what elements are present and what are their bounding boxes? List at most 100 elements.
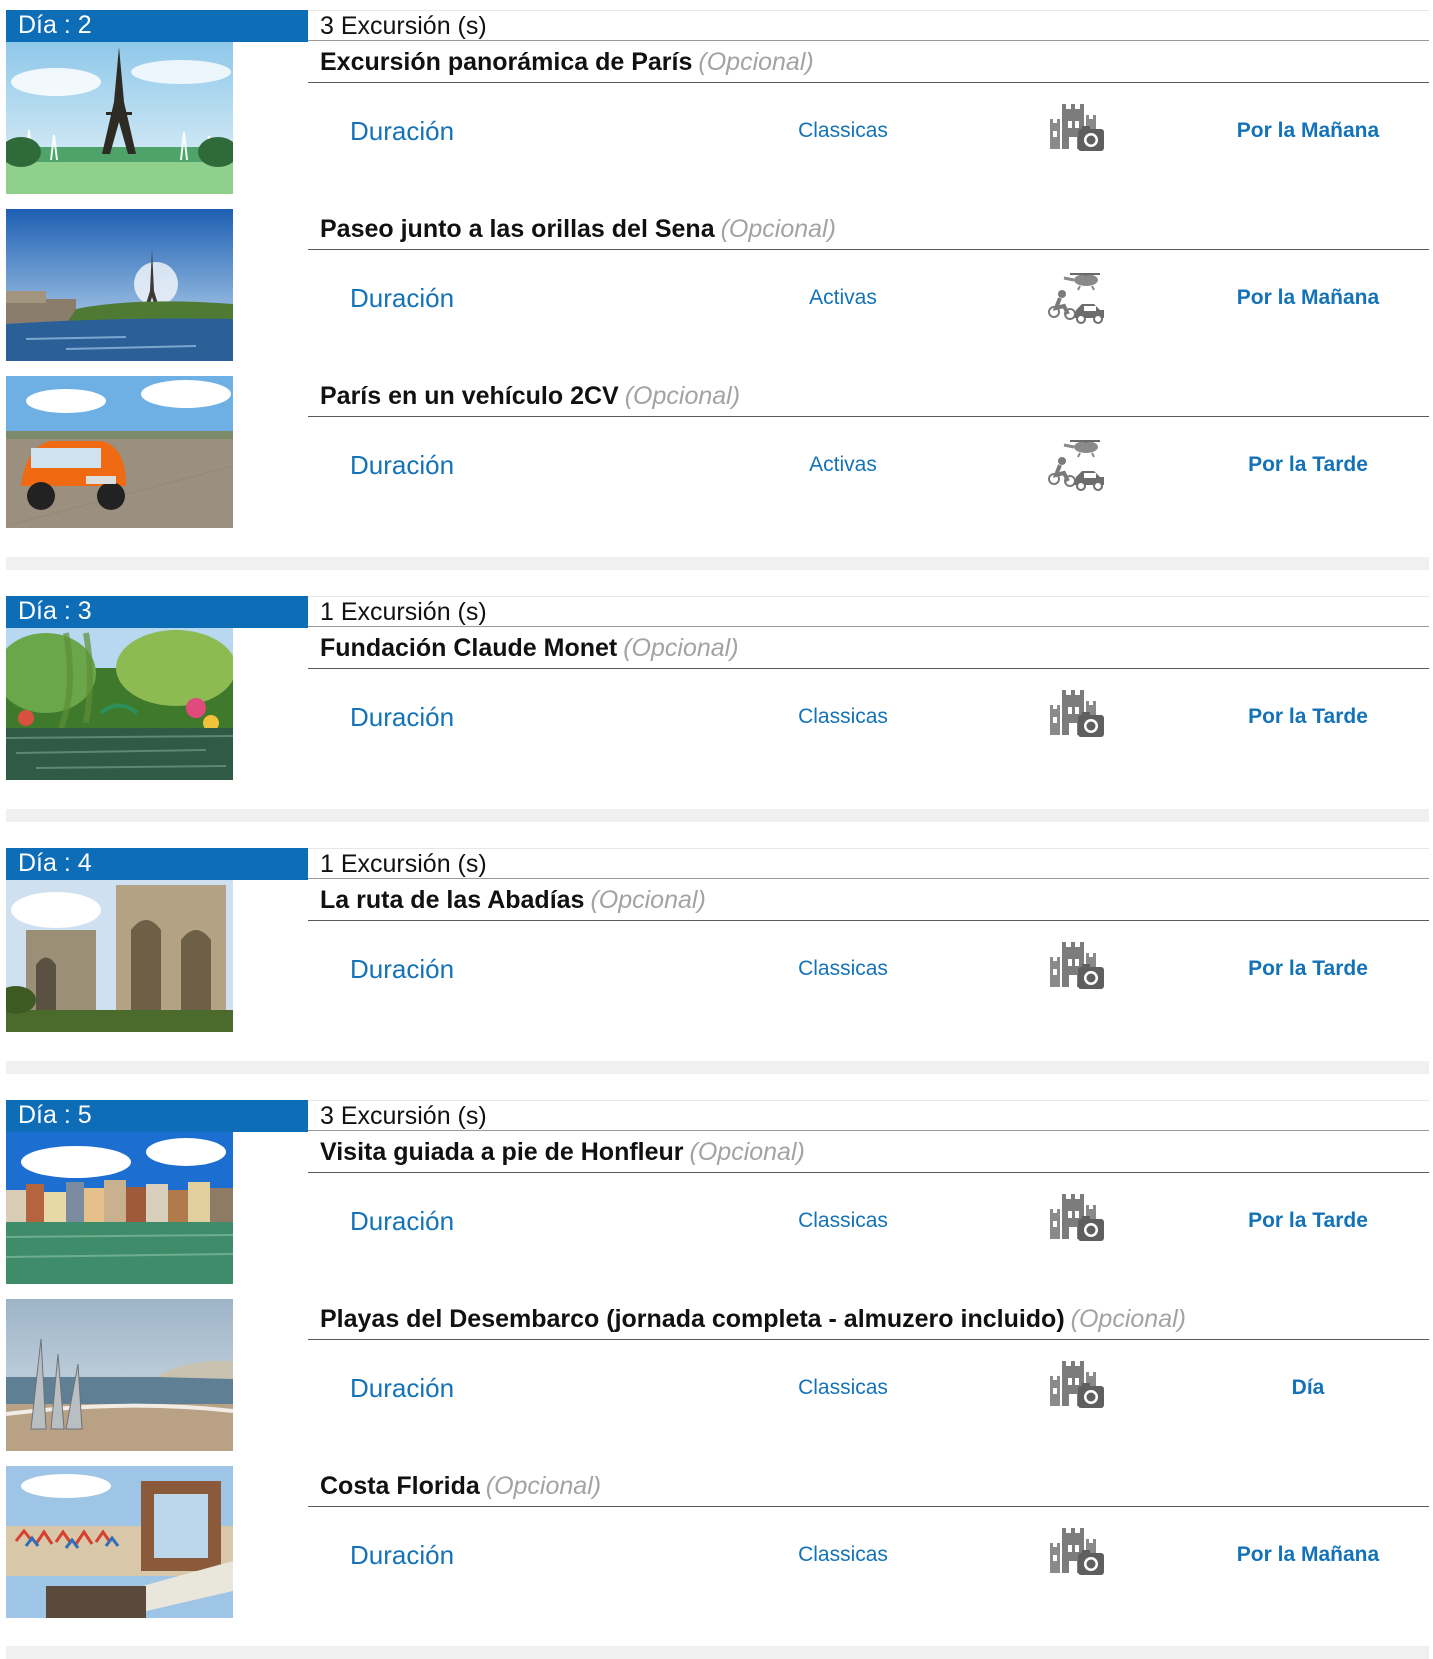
optional-tag: (Opcional) [623,634,739,662]
category-label: Activas [809,286,877,309]
day-label: Día : 5 [6,1100,308,1132]
optional-tag: (Opcional) [590,886,706,914]
excursion-name[interactable]: La ruta de las Abadías [320,886,584,914]
day-label: Día : 3 [6,596,308,628]
excursion-item: Playas del Desembarco (jornada completa … [6,1299,1429,1451]
castle-camera-icon [1048,939,1106,997]
excursion-details: Duración Classicas Por la Mañana [308,83,1429,179]
excursion-item: Visita guiada a pie de Honfleur (Opcional… [6,1132,1429,1284]
excursion-title[interactable]: Fundación Claude Monet (Opcional) [308,628,1429,669]
excursion-item: Paseo junto a las orillas del Sena (Opcio… [6,209,1429,361]
excursion-item: París en un vehículo 2CV (Opcional) Duraci… [6,376,1429,528]
day-separator [6,1061,1429,1074]
excursion-photo[interactable] [6,1132,233,1284]
time-of-day: Por la Mañana [1236,1543,1380,1566]
duration-link[interactable]: Duración [350,669,454,765]
excursion-photo[interactable] [6,209,233,361]
excursion-title[interactable]: París en un vehículo 2CV (Opcional) [308,376,1429,417]
time-of-day: Por la Tarde [1248,1209,1368,1232]
active-vehicles-icon [1048,268,1106,326]
excursion-details: Duración Classicas Por la Mañana [308,1507,1429,1603]
optional-tag: (Opcional) [485,1472,602,1500]
excursion-details: Duración Classicas Por la Tarde [308,1173,1429,1269]
excursion-title[interactable]: Excursión panorámica de París (Opcional) [308,42,1429,83]
day-header: Día : 53 Excursión (s) [6,1100,1429,1132]
day-header: Día : 23 Excursión (s) [6,10,1429,42]
castle-camera-icon [1048,1191,1106,1249]
excursion-item: La ruta de las Abadías (Opcional) Duración… [6,880,1429,1032]
excursion-details: Duración Activas Por la Tarde [308,417,1429,513]
day-separator [6,809,1429,822]
day-separator [6,557,1429,570]
day-header: Día : 41 Excursión (s) [6,848,1429,880]
excursion-photo[interactable] [6,628,233,780]
duration-link[interactable]: Duración [350,417,454,513]
active-vehicles-icon [1048,435,1106,493]
optional-tag: (Opcional) [624,382,741,410]
duration-link[interactable]: Duración [350,1173,454,1269]
excursion-item: Costa Florida (Opcional) Duración Classicas… [6,1466,1429,1618]
itinerary-list: Día : 23 Excursión (s) Excursión panorámi… [0,0,1433,1659]
optional-tag: (Opcional) [689,1138,805,1166]
duration-link[interactable]: Duración [350,250,454,346]
category-label: Classicas [798,1543,888,1566]
excursion-name[interactable]: París en un vehículo 2CV [320,382,619,410]
day-section: Día : 41 Excursión (s) La ruta de las Aba… [6,848,1429,1047]
day-separator [6,1646,1429,1659]
castle-camera-icon [1048,1358,1106,1416]
excursion-title[interactable]: Visita guiada a pie de Honfleur (Opcional… [308,1132,1429,1173]
day-section: Día : 23 Excursión (s) Excursión panorámi… [6,10,1429,543]
excursion-item: Excursión panorámica de París (Opcional) D… [6,42,1429,194]
excursion-name[interactable]: Fundación Claude Monet [320,634,617,662]
castle-camera-icon [1048,101,1106,159]
excursion-details: Duración Classicas Día [308,1340,1429,1436]
day-section: Día : 31 Excursión (s) Fundación Claude M… [6,596,1429,795]
excursion-details: Duración Classicas Por la Tarde [308,669,1429,765]
optional-tag: (Opcional) [1070,1305,1186,1333]
time-of-day: Por la Tarde [1248,453,1368,476]
category-label: Classicas [798,1376,888,1399]
excursion-name[interactable]: Costa Florida [320,1472,480,1500]
day-label: Día : 2 [6,10,308,42]
category-label: Classicas [798,705,888,728]
optional-tag: (Opcional) [698,48,814,76]
excursion-count: 3 Excursión (s) [308,1100,1429,1131]
optional-tag: (Opcional) [720,215,836,243]
time-of-day: Por la Mañana [1236,119,1380,142]
excursion-photo[interactable] [6,880,233,1032]
excursion-title[interactable]: Paseo junto a las orillas del Sena (Opcio… [308,209,1429,250]
excursion-name[interactable]: Playas del Desembarco (jornada completa … [320,1305,1065,1333]
excursion-title[interactable]: La ruta de las Abadías (Opcional) [308,880,1429,921]
duration-link[interactable]: Duración [350,921,454,1017]
day-header: Día : 31 Excursión (s) [6,596,1429,628]
category-label: Activas [809,453,877,476]
time-of-day: Por la Tarde [1248,957,1368,980]
day-section: Día : 53 Excursión (s) Visita guiada a pi… [6,1100,1429,1633]
category-label: Classicas [798,1209,888,1232]
excursion-count: 3 Excursión (s) [308,10,1429,41]
excursion-photo[interactable] [6,1466,233,1618]
category-label: Classicas [798,119,888,142]
excursion-photo[interactable] [6,42,233,194]
duration-link[interactable]: Duración [350,1507,454,1603]
duration-link[interactable]: Duración [350,1340,454,1436]
excursion-photo[interactable] [6,1299,233,1451]
excursion-item: Fundación Claude Monet (Opcional) Duración… [6,628,1429,780]
excursion-details: Duración Activas Por la Mañana [308,250,1429,346]
excursion-title[interactable]: Costa Florida (Opcional) [308,1466,1429,1507]
category-label: Classicas [798,957,888,980]
time-of-day: Por la Mañana [1236,286,1380,309]
excursion-photo[interactable] [6,376,233,528]
excursion-name[interactable]: Visita guiada a pie de Honfleur [320,1138,684,1166]
excursion-count: 1 Excursión (s) [308,596,1429,627]
duration-link[interactable]: Duración [350,83,454,179]
excursion-name[interactable]: Excursión panorámica de París [320,48,692,76]
time-of-day: Día [1291,1376,1325,1399]
time-of-day: Por la Tarde [1248,705,1368,728]
excursion-count: 1 Excursión (s) [308,848,1429,879]
excursion-title[interactable]: Playas del Desembarco (jornada completa … [308,1299,1429,1340]
castle-camera-icon [1048,687,1106,745]
excursion-details: Duración Classicas Por la Tarde [308,921,1429,1017]
day-label: Día : 4 [6,848,308,880]
excursion-name[interactable]: Paseo junto a las orillas del Sena [320,215,715,243]
